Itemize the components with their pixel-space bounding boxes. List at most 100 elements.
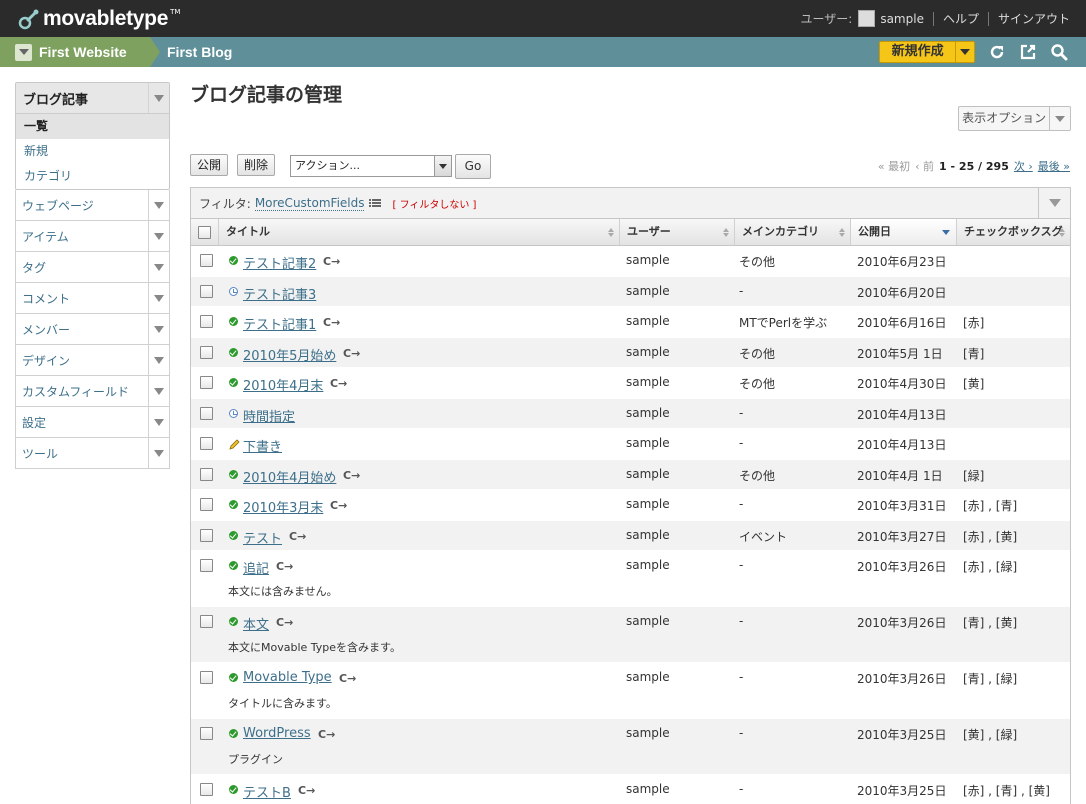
- avatar[interactable]: [858, 10, 876, 27]
- chevron-down-icon[interactable]: [434, 156, 451, 176]
- entry-title-link[interactable]: 下書き: [243, 436, 282, 455]
- website-name[interactable]: First Website: [39, 44, 127, 60]
- display-options-button[interactable]: 表示オプション: [958, 106, 1071, 131]
- sort-desc-icon[interactable]: [942, 230, 950, 235]
- row-checkbox[interactable]: [200, 498, 213, 511]
- entry-title-link[interactable]: テストB: [243, 782, 291, 801]
- chevron-down-icon[interactable]: [148, 83, 169, 113]
- column-date[interactable]: 公開日: [850, 219, 956, 245]
- sidebar-subitem-new[interactable]: 新規: [16, 139, 169, 164]
- chevron-down-icon[interactable]: [955, 42, 974, 62]
- view-entry-icon[interactable]: C→: [339, 672, 356, 685]
- sidebar-item-entries[interactable]: ブログ記事: [16, 83, 169, 114]
- view-entry-icon[interactable]: C→: [276, 560, 293, 573]
- view-entry-icon[interactable]: C→: [330, 499, 347, 512]
- sort-icon[interactable]: [839, 228, 845, 237]
- chevron-down-icon[interactable]: [1038, 188, 1070, 218]
- entry-title-link[interactable]: テスト記事2: [243, 253, 316, 272]
- row-checkbox[interactable]: [200, 376, 213, 389]
- view-entry-icon[interactable]: C→: [323, 255, 340, 268]
- row-checkbox[interactable]: [200, 727, 213, 740]
- entry-title-link[interactable]: テスト: [243, 528, 282, 547]
- row-checkbox[interactable]: [200, 284, 213, 298]
- view-entry-icon[interactable]: C→: [318, 728, 335, 741]
- entry-title-link[interactable]: 2010年4月始め: [243, 467, 336, 486]
- sidebar-item-comments[interactable]: コメント: [15, 283, 170, 314]
- view-entry-icon[interactable]: C→: [343, 347, 360, 360]
- sidebar-item-custom-fields[interactable]: カスタムフィールド: [15, 376, 170, 407]
- entry-title-link[interactable]: テスト記事1: [243, 314, 316, 333]
- row-checkbox[interactable]: [200, 437, 213, 450]
- entry-title-link[interactable]: 2010年5月始め: [243, 345, 336, 364]
- row-checkbox[interactable]: [200, 528, 213, 542]
- view-entry-icon[interactable]: C→: [289, 530, 306, 543]
- help-link[interactable]: ヘルプ: [943, 10, 979, 27]
- chevron-down-icon[interactable]: [148, 252, 169, 282]
- sidebar-item-members[interactable]: メンバー: [15, 314, 170, 345]
- filter-name-link[interactable]: MoreCustomFields: [254, 196, 365, 211]
- row-checkbox[interactable]: [200, 254, 213, 267]
- sidebar-item-tools[interactable]: ツール: [15, 438, 170, 469]
- display-options-label[interactable]: 表示オプション: [959, 107, 1049, 130]
- chevron-down-icon[interactable]: [148, 438, 169, 468]
- row-checkbox[interactable]: [200, 315, 213, 328]
- chevron-down-icon[interactable]: [148, 345, 169, 375]
- view-entry-icon[interactable]: C→: [343, 469, 360, 482]
- view-entry-icon[interactable]: C→: [323, 316, 340, 329]
- blog-name[interactable]: First Blog: [167, 37, 232, 67]
- entry-title-link[interactable]: WordPress: [243, 726, 311, 741]
- publish-button[interactable]: 公開: [190, 154, 228, 176]
- search-icon[interactable]: [1050, 43, 1068, 61]
- column-checkbox-group[interactable]: チェックボックスグ: [956, 219, 1070, 245]
- entry-title-link[interactable]: 本文: [243, 614, 269, 633]
- row-checkbox[interactable]: [200, 467, 213, 481]
- sidebar-item-settings[interactable]: 設定: [15, 407, 170, 438]
- new-entry-button[interactable]: 新規作成: [879, 41, 975, 63]
- sidebar-item-webpages[interactable]: ウェブページ: [15, 190, 170, 221]
- chevron-down-icon[interactable]: [148, 376, 169, 406]
- go-button[interactable]: Go: [455, 154, 491, 179]
- sidebar-item-design[interactable]: デザイン: [15, 345, 170, 376]
- user-name-link[interactable]: sample: [880, 12, 924, 26]
- website-selector[interactable]: First Website: [0, 37, 150, 67]
- entry-title-link[interactable]: 2010年4月末: [243, 375, 323, 394]
- chevron-down-icon[interactable]: [148, 221, 169, 251]
- action-select[interactable]: アクション...: [290, 155, 452, 177]
- column-title[interactable]: タイトル: [218, 219, 619, 245]
- row-checkbox[interactable]: [200, 783, 213, 796]
- refresh-icon[interactable]: [988, 43, 1006, 61]
- chevron-down-icon[interactable]: [1049, 107, 1070, 130]
- sort-icon[interactable]: [608, 228, 614, 237]
- entry-title-link[interactable]: 2010年3月末: [243, 497, 323, 516]
- pager-next-link[interactable]: 次 ›: [1014, 158, 1033, 174]
- row-checkbox[interactable]: [200, 615, 213, 628]
- chevron-down-icon[interactable]: [15, 43, 32, 61]
- select-all-checkbox[interactable]: [198, 226, 211, 239]
- entry-title-link[interactable]: テスト記事3: [243, 284, 316, 303]
- sidebar-item-assets[interactable]: アイテム: [15, 221, 170, 252]
- sidebar-subitem-list[interactable]: 一覧: [16, 114, 169, 139]
- entry-title-link[interactable]: 時間指定: [243, 406, 295, 425]
- sort-icon[interactable]: [1059, 228, 1065, 237]
- view-entry-icon[interactable]: C→: [276, 616, 293, 629]
- sidebar-subitem-category[interactable]: カテゴリ: [16, 164, 169, 189]
- row-checkbox[interactable]: [200, 406, 213, 420]
- row-checkbox[interactable]: [200, 559, 213, 572]
- entry-title-link[interactable]: 追記: [243, 558, 269, 577]
- external-link-icon[interactable]: [1019, 43, 1037, 61]
- column-user[interactable]: ユーザー: [619, 219, 734, 245]
- chevron-down-icon[interactable]: [148, 314, 169, 344]
- row-checkbox[interactable]: [200, 671, 213, 684]
- signout-link[interactable]: サインアウト: [998, 10, 1070, 27]
- delete-button[interactable]: 削除: [237, 154, 275, 176]
- no-filter-link[interactable]: [ フィルタしない ]: [392, 196, 476, 211]
- chevron-down-icon[interactable]: [148, 190, 169, 220]
- sidebar-item-tags[interactable]: タグ: [15, 252, 170, 283]
- app-logo[interactable]: movabletype TM: [18, 6, 180, 32]
- pager-last-link[interactable]: 最後 »: [1038, 158, 1070, 174]
- sort-icon[interactable]: [723, 228, 729, 237]
- view-entry-icon[interactable]: C→: [330, 377, 347, 390]
- entry-title-link[interactable]: Movable Type: [243, 670, 332, 685]
- chevron-down-icon[interactable]: [148, 407, 169, 437]
- row-checkbox[interactable]: [200, 345, 213, 359]
